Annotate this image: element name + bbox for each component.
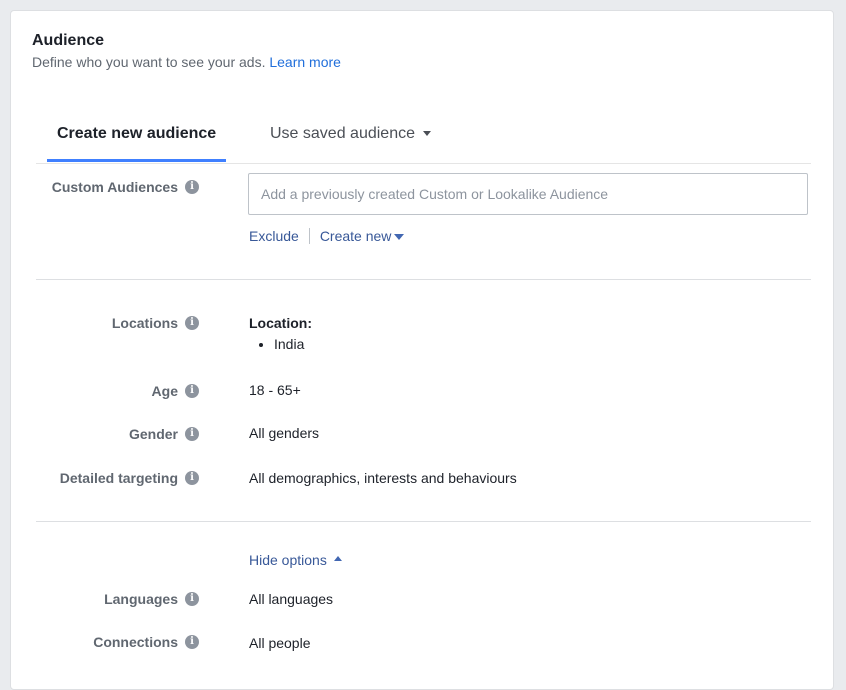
hide-options-label: Hide options <box>249 552 327 568</box>
caret-up-icon <box>333 556 342 561</box>
info-icon[interactable]: i <box>185 471 199 485</box>
tab-use-saved-audience-label: Use saved audience <box>270 125 415 142</box>
info-icon[interactable]: i <box>185 316 199 330</box>
detailed-targeting-row-label: Detailed targeting i <box>60 470 199 486</box>
section-title: Audience <box>32 32 105 49</box>
detailed-targeting-label: Detailed targeting <box>59 470 178 486</box>
languages-row-label: Languages i <box>104 591 199 607</box>
caret-down-icon <box>394 234 405 241</box>
section-subtitle: Define who you want to see your ads. Lea… <box>32 54 341 70</box>
age-value[interactable]: 18 - 65+ <box>249 382 301 398</box>
languages-label: Languages <box>104 591 178 607</box>
divider <box>36 279 811 280</box>
custom-audiences-label: Custom Audiences <box>51 179 178 195</box>
gender-label: Gender <box>128 426 178 442</box>
detailed-targeting-value[interactable]: All demographics, interests and behaviou… <box>249 470 517 486</box>
info-icon[interactable]: i <box>185 592 199 606</box>
location-list: India <box>249 335 312 353</box>
audience-panel: Audience Define who you want to see your… <box>10 10 834 690</box>
section-subtitle-text: Define who you want to see your ads. <box>32 54 266 70</box>
tab-create-new-audience-label: Create new audience <box>57 125 217 142</box>
tab-create-new-audience[interactable]: Create new audience <box>47 125 227 162</box>
location-heading: Location: <box>249 315 312 331</box>
custom-audiences-input[interactable] <box>248 173 808 215</box>
custom-audiences-actions: Exclude Create new <box>249 228 405 244</box>
location-item: India <box>274 335 312 353</box>
caret-down-icon <box>422 131 431 137</box>
gender-row-label: Gender i <box>129 426 199 442</box>
languages-value[interactable]: All languages <box>249 591 333 607</box>
age-row-label: Age i <box>152 383 199 399</box>
info-icon[interactable]: i <box>185 427 199 441</box>
connections-row-label: Connections i <box>93 634 199 650</box>
info-icon[interactable]: i <box>185 384 199 398</box>
connections-value[interactable]: All people <box>249 635 311 651</box>
locations-value[interactable]: Location: India <box>249 315 312 353</box>
info-icon[interactable]: i <box>185 180 199 194</box>
learn-more-link[interactable]: Learn more <box>269 54 341 70</box>
divider <box>36 521 811 522</box>
age-label: Age <box>151 383 178 399</box>
create-new-label: Create new <box>319 228 392 244</box>
locations-label: Locations <box>111 315 178 331</box>
locations-row-label: Locations i <box>112 315 199 331</box>
info-icon[interactable]: i <box>185 635 199 649</box>
create-new-link[interactable]: Create new <box>320 228 405 244</box>
connections-label: Connections <box>93 634 178 650</box>
action-separator <box>308 228 310 244</box>
custom-audiences-row-label: Custom Audiences i <box>52 179 199 195</box>
hide-options-toggle[interactable]: Hide options <box>249 552 342 568</box>
gender-value[interactable]: All genders <box>249 425 319 441</box>
audience-tabs: Create new audience Use saved audience <box>36 113 811 164</box>
tab-use-saved-audience[interactable]: Use saved audience <box>270 125 431 161</box>
exclude-link[interactable]: Exclude <box>249 228 299 244</box>
